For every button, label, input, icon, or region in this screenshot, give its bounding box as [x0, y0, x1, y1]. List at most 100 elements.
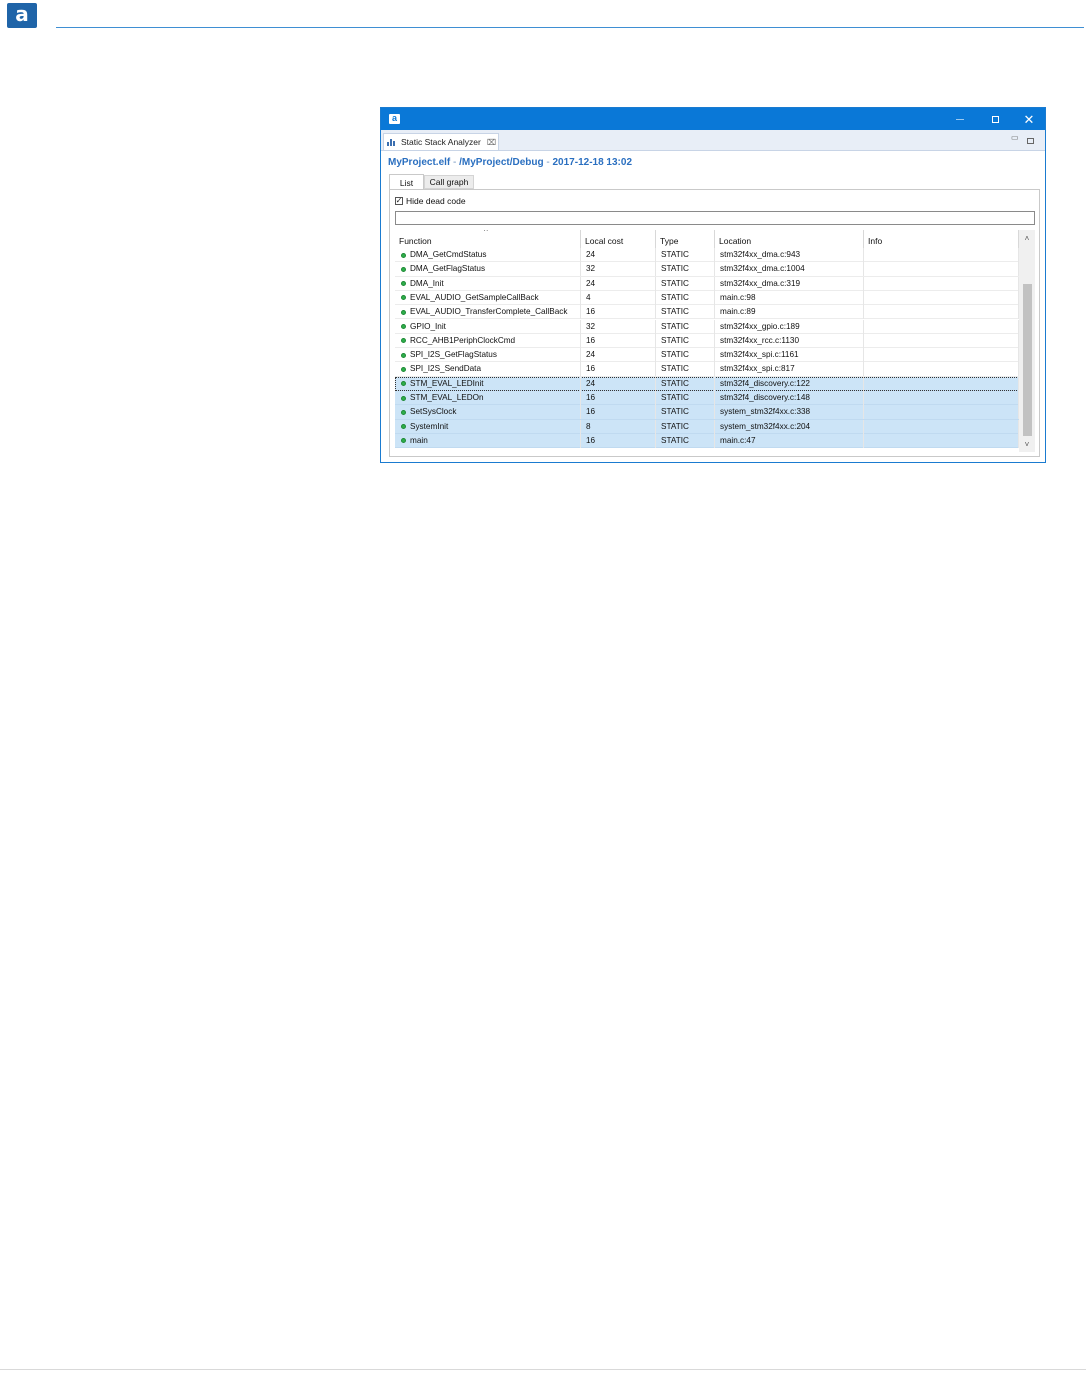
- view-tab-bar: Static Stack Analyzer ⌧ ▭: [381, 130, 1045, 151]
- table-row[interactable]: DMA_GetCmdStatus 24 STATIC stm32f4xx_dma.c:…: [395, 248, 1019, 263]
- function-name: DMA_Init: [410, 278, 444, 288]
- table-row[interactable]: DMA_GetFlagStatus 32 STATIC stm32f4xx_dma.c…: [395, 262, 1019, 277]
- cell-type: STATIC: [656, 262, 715, 277]
- status-ok-icon: [401, 424, 406, 430]
- cell-location: stm32f4xx_spi.c:817: [715, 362, 864, 377]
- view-maximize-icon[interactable]: [1027, 138, 1034, 144]
- cell-type: STATIC: [656, 362, 715, 377]
- cell-info: [864, 276, 1019, 291]
- cell-local-cost: 16: [581, 362, 656, 377]
- cell-info: [864, 290, 1019, 305]
- cell-local-cost: 16: [581, 405, 656, 420]
- cell-local-cost: 32: [581, 262, 656, 277]
- status-ok-icon: [401, 409, 406, 415]
- status-ok-icon: [401, 395, 406, 401]
- cell-function: DMA_Init: [395, 276, 581, 291]
- maximize-icon: [991, 115, 999, 123]
- table-row[interactable]: RCC_AHB1PeriphClockCmd 16 STATIC stm32f4xx_…: [395, 333, 1019, 349]
- table-row[interactable]: EVAL_AUDIO_GetSampleCallBack 4 STATIC main.…: [395, 290, 1019, 306]
- cell-location: stm32f4xx_gpio.c:189: [715, 319, 864, 334]
- cell-local-cost: 32: [581, 319, 656, 334]
- tab-call-graph[interactable]: Call graph: [424, 175, 474, 189]
- column-header-function[interactable]: Function ^: [395, 230, 581, 248]
- cell-type: STATIC: [656, 305, 715, 320]
- view-tab-label: Static Stack Analyzer: [401, 137, 481, 147]
- table-row[interactable]: EVAL_AUDIO_TransferComplete_CallBack 16 ST…: [395, 305, 1019, 320]
- cell-info: [864, 248, 1019, 262]
- function-name: DMA_GetFlagStatus: [410, 264, 486, 274]
- view-tab-close-icon[interactable]: ⌧: [487, 138, 496, 147]
- cell-function: RCC_AHB1PeriphClockCmd: [395, 333, 581, 348]
- table-row[interactable]: GPIO_Init 32 STATIC stm32f4xx_gpio.c:189: [395, 319, 1019, 334]
- functions-table: Function ^ Local cost Type Location Info…: [395, 230, 1035, 452]
- status-ok-icon: [401, 252, 406, 258]
- cell-function: SPI_I2S_SendData: [395, 362, 581, 377]
- cell-type: STATIC: [656, 376, 715, 391]
- cell-type: STATIC: [656, 290, 715, 305]
- column-header-location[interactable]: Location: [715, 230, 864, 248]
- view-tab-static-stack-analyzer[interactable]: Static Stack Analyzer ⌧: [383, 133, 499, 150]
- app-icon-letter: a: [391, 113, 397, 123]
- cell-type: STATIC: [656, 419, 715, 434]
- table-row[interactable]: SetSysClock 16 STATIC system_stm32f4xx.c:33…: [395, 405, 1019, 420]
- cell-local-cost: 16: [581, 305, 656, 320]
- status-ok-icon: [401, 324, 406, 329]
- status-ok-icon: [401, 438, 406, 444]
- status-ok-icon: [401, 295, 406, 301]
- cell-local-cost: 24: [581, 348, 656, 363]
- cell-location: stm32f4xx_dma.c:943: [715, 248, 864, 262]
- view-minimize-icon[interactable]: ▭: [1011, 133, 1019, 142]
- table-row[interactable]: SPI_I2S_SendData 16 STATIC stm32f4xx_spi.c:…: [395, 362, 1019, 377]
- maximize-window-button[interactable]: [978, 108, 1012, 130]
- cell-local-cost: 24: [581, 376, 656, 391]
- column-header-type[interactable]: Type: [656, 230, 715, 248]
- cell-local-cost: 24: [581, 248, 656, 262]
- build-path: /MyProject/Debug: [459, 157, 544, 168]
- cell-location: main.c:89: [715, 305, 864, 320]
- cell-info: [864, 348, 1019, 363]
- elf-file-name: MyProject.elf: [388, 157, 451, 168]
- minimize-icon: [956, 118, 964, 120]
- cell-location: stm32f4xx_spi.c:1161: [715, 348, 864, 363]
- function-name: GPIO_Init: [410, 321, 446, 331]
- function-name: SPI_I2S_SendData: [410, 364, 482, 374]
- table-row[interactable]: STM_EVAL_LEDOn 16 STATIC stm32f4_discovery.…: [395, 391, 1019, 406]
- cell-type: STATIC: [656, 319, 715, 334]
- scroll-down-icon[interactable]: ˅: [1019, 438, 1035, 450]
- filter-input[interactable]: [395, 211, 1035, 225]
- scroll-up-icon[interactable]: ˄: [1019, 232, 1035, 244]
- scrollbar-thumb[interactable]: [1023, 284, 1032, 436]
- function-name: main: [410, 435, 428, 445]
- close-icon: ✕: [1023, 111, 1035, 127]
- cell-location: stm32f4xx_dma.c:1004: [715, 262, 864, 277]
- cell-info: [864, 262, 1019, 277]
- minimize-window-button[interactable]: [943, 108, 977, 130]
- vertical-scrollbar[interactable]: ˄ ˅: [1019, 230, 1035, 452]
- table-row[interactable]: STM_EVAL_LEDInit 24 STATIC stm32f4_discover…: [395, 376, 1019, 391]
- cell-info: [864, 391, 1019, 405]
- hide-dead-code-option[interactable]: ✓ Hide dead code: [395, 196, 466, 206]
- function-name: STM_EVAL_LEDOn: [410, 393, 484, 402]
- table-row[interactable]: DMA_Init 24 STATIC stm32f4xx_dma.c:319: [395, 276, 1019, 291]
- cell-info: [864, 419, 1019, 434]
- function-name: SetSysClock: [410, 407, 457, 417]
- column-header-local-cost[interactable]: Local cost: [581, 230, 656, 248]
- table-row[interactable]: SystemInit 8 STATIC system_stm32f4xx.c:204: [395, 419, 1019, 434]
- status-ok-icon: [401, 338, 406, 344]
- table-row[interactable]: SPI_I2S_GetFlagStatus 24 STATIC stm32f4xx_s…: [395, 348, 1019, 363]
- cell-type: STATIC: [656, 405, 715, 420]
- hide-dead-code-label: Hide dead code: [406, 196, 466, 206]
- hide-dead-code-checkbox[interactable]: ✓: [395, 197, 403, 205]
- close-window-button[interactable]: ✕: [1012, 108, 1046, 130]
- cell-type: STATIC: [656, 433, 715, 448]
- table-row[interactable]: main 16 STATIC main.c:47: [395, 433, 1019, 449]
- cell-type: STATIC: [656, 391, 715, 405]
- tab-list[interactable]: List: [389, 174, 424, 190]
- cell-function: SetSysClock: [395, 405, 581, 420]
- window-title-bar[interactable]: a ✕: [381, 108, 1045, 130]
- cell-function: GPIO_Init: [395, 319, 581, 334]
- cell-function: SPI_I2S_GetFlagStatus: [395, 348, 581, 363]
- cell-function: DMA_GetCmdStatus: [395, 248, 581, 262]
- column-header-info[interactable]: Info: [864, 230, 1019, 248]
- cell-function: main: [395, 433, 581, 448]
